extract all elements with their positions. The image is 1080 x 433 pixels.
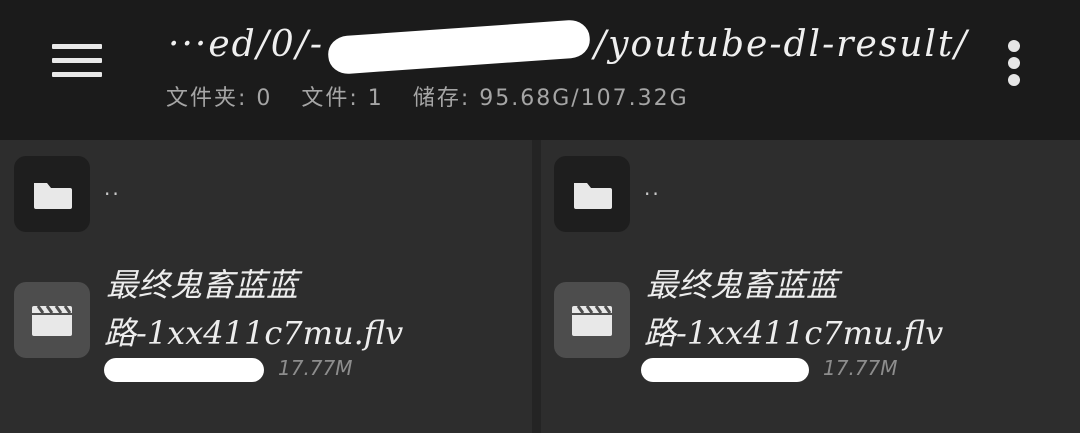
parent-directory-row[interactable]: ..: [0, 140, 532, 240]
file-name-line1: 最终鬼畜蓝蓝: [106, 266, 299, 304]
file-count: 文件: 1: [301, 86, 384, 111]
redaction-mark: [641, 357, 809, 382]
parent-directory-label: ..: [644, 176, 661, 200]
video-file-icon: [14, 282, 90, 358]
file-row[interactable]: 最终鬼畜蓝蓝 路-1xx411c7mu.flv 17.77M: [0, 252, 532, 382]
file-name-line1: 最终鬼畜蓝蓝: [646, 266, 839, 304]
file-meta: 17.77M: [641, 356, 898, 382]
top-toolbar: ···ed/0/- /youtube-dl-result/ 文件夹: 0 文件: …: [0, 0, 1080, 140]
folder-count: 文件夹: 0: [166, 86, 273, 111]
video-file-icon: [554, 282, 630, 358]
folder-icon: [14, 156, 90, 232]
left-pane: .. 最终鬼畜蓝蓝 路-1xx411c7mu.flv 17.77M: [0, 140, 532, 433]
file-row[interactable]: 最终鬼畜蓝蓝 路-1xx411c7mu.flv 17.77M: [541, 252, 1080, 382]
file-meta: 17.77M: [104, 356, 353, 382]
folder-icon: [554, 156, 630, 232]
right-pane: .. 最终鬼畜蓝蓝 路-1xx411c7mu.flv 17.77M: [541, 140, 1080, 433]
path-prefix: ···ed/0/-: [168, 24, 325, 65]
redaction-mark: [104, 357, 264, 382]
file-name-line2: 路-1xx411c7mu.flv: [644, 314, 944, 352]
pane-divider[interactable]: [532, 140, 541, 433]
file-size: 17.77M: [278, 356, 353, 380]
file-size: 17.77M: [823, 356, 898, 380]
path-suffix: /youtube-dl-result/: [594, 24, 969, 65]
current-path[interactable]: ···ed/0/- /youtube-dl-result/: [168, 18, 969, 76]
redaction-mark: [327, 18, 592, 76]
file-manager: ···ed/0/- /youtube-dl-result/ 文件夹: 0 文件: …: [0, 0, 1080, 433]
menu-icon[interactable]: [48, 40, 106, 82]
parent-directory-row[interactable]: ..: [541, 140, 1080, 240]
file-name-line2: 路-1xx411c7mu.flv: [104, 314, 404, 352]
storage-usage: 储存: 95.68G/107.32G: [412, 86, 689, 111]
directory-stats: 文件夹: 0 文件: 1 储存: 95.68G/107.32G: [166, 80, 709, 112]
parent-directory-label: ..: [104, 176, 121, 200]
more-vert-icon[interactable]: [1002, 38, 1026, 88]
